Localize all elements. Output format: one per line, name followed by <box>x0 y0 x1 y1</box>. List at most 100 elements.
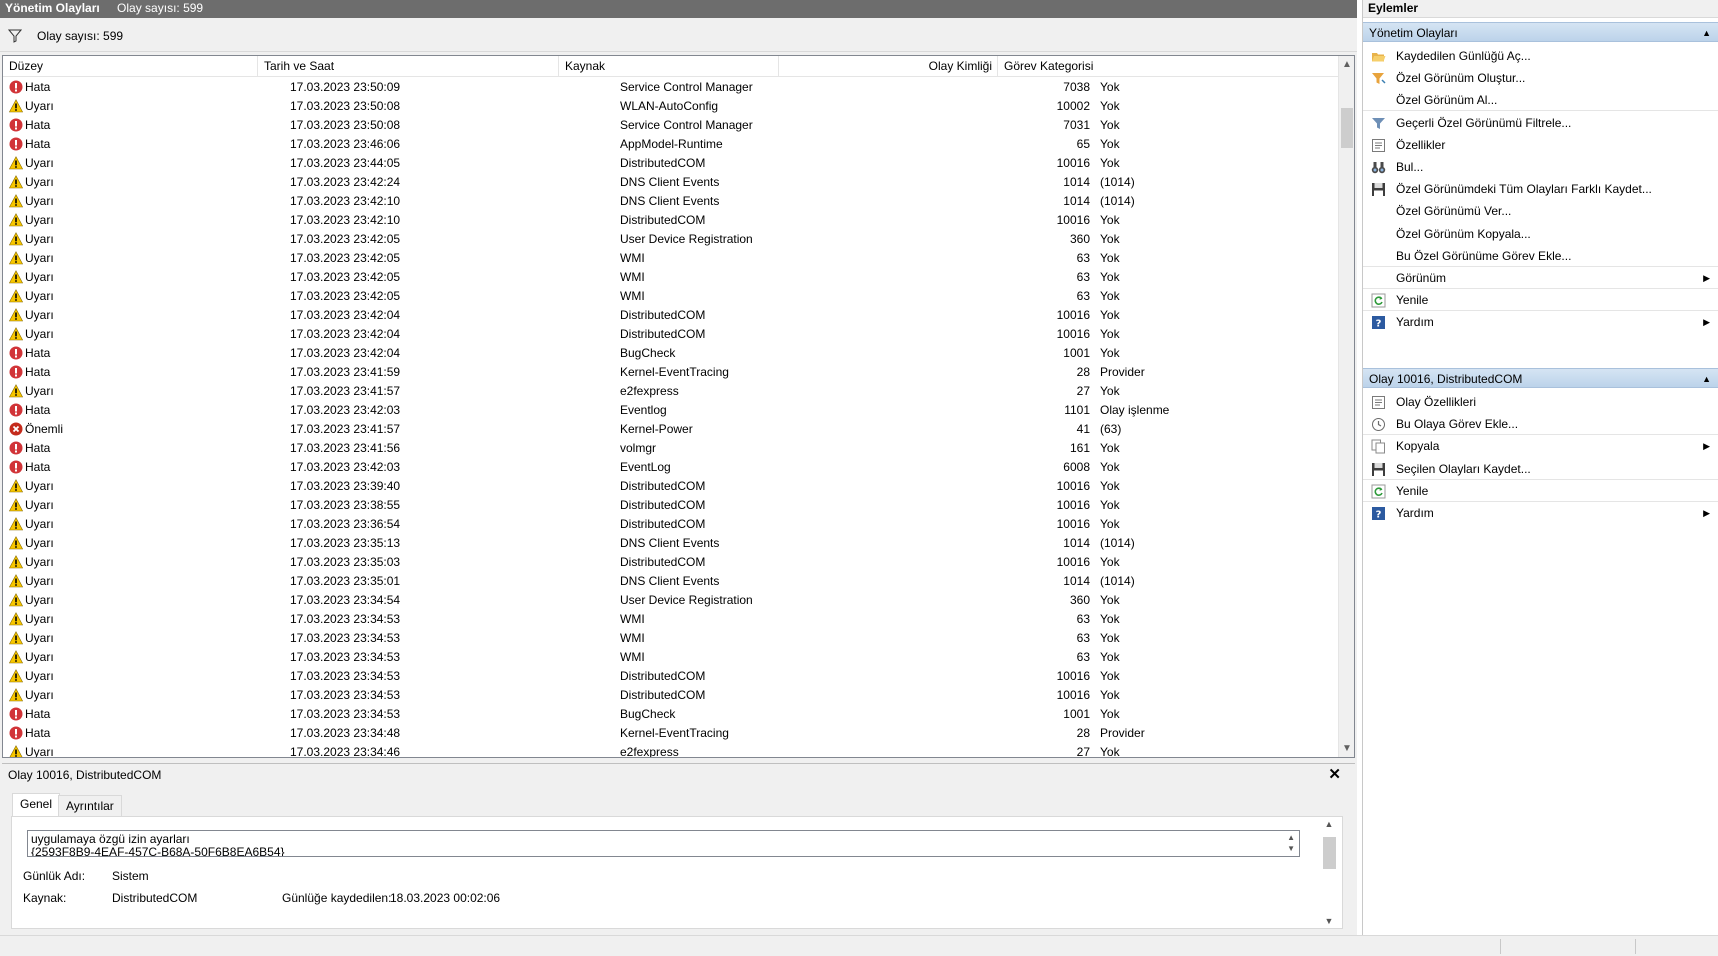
save-icon <box>1371 182 1386 197</box>
table-row[interactable]: Uyarı 17.03.2023 23:35:03 DistributedCOM 10… <box>3 553 1340 572</box>
action-item[interactable]: ? Yardım ▶ <box>1363 502 1718 524</box>
action-item[interactable]: Seçilen Olayları Kaydet... <box>1363 458 1718 480</box>
details-scroll-thumb[interactable] <box>1323 837 1336 869</box>
table-row[interactable]: Uyarı 17.03.2023 23:35:13 DNS Client Event… <box>3 534 1340 553</box>
table-row[interactable]: Hata 17.03.2023 23:34:53 BugCheck 1001 Yok <box>3 705 1340 724</box>
action-item[interactable]: Yenile <box>1363 480 1718 502</box>
action-item[interactable]: Geçerli Özel Görünümü Filtrele... <box>1363 112 1718 134</box>
close-icon[interactable]: ✕ <box>1328 765 1341 783</box>
table-row[interactable]: Uyarı 17.03.2023 23:42:10 DNS Client Event… <box>3 192 1340 211</box>
table-row[interactable]: Uyarı 17.03.2023 23:42:04 DistributedCOM 10… <box>3 325 1340 344</box>
table-row[interactable]: Uyarı 17.03.2023 23:34:46 e2fexpress 27 Yok <box>3 743 1340 758</box>
table-row[interactable]: Hata 17.03.2023 23:41:56 volmgr 161 Yok <box>3 439 1340 458</box>
action-item[interactable]: Bu Olaya Görev Ekle... <box>1363 413 1718 436</box>
action-item[interactable]: Kaydedilen Günlüğü Aç... <box>1363 45 1718 67</box>
cell-event-id: 1001 <box>1063 707 1090 721</box>
table-row[interactable]: Hata 17.03.2023 23:34:48 Kernel-EventTraci… <box>3 724 1340 743</box>
scroll-down-icon[interactable]: ▼ <box>1339 740 1354 757</box>
table-row[interactable]: Hata 17.03.2023 23:50:09 Service Control M… <box>3 78 1340 97</box>
action-item[interactable]: Özel Görünümü Ver... <box>1363 200 1718 222</box>
table-row[interactable]: Hata 17.03.2023 23:42:04 BugCheck 1001 Yok <box>3 344 1340 363</box>
section-selected-event[interactable]: Olay 10016, DistributedCOM ▲ <box>1363 368 1718 388</box>
cell-level: Uyarı <box>9 667 279 686</box>
table-row[interactable]: Uyarı 17.03.2023 23:35:01 DNS Client Event… <box>3 572 1340 591</box>
action-item[interactable]: Özel Görünümdeki Tüm Olayları Farklı Kay… <box>1363 178 1718 200</box>
table-row[interactable]: Uyarı 17.03.2023 23:41:57 e2fexpress 27 Yok <box>3 382 1340 401</box>
level-text: Uyarı <box>25 498 54 512</box>
cell-task-category: Yok <box>1100 517 1120 531</box>
action-item[interactable]: Olay Özellikleri <box>1363 391 1718 413</box>
table-row[interactable]: Uyarı 17.03.2023 23:34:53 WMI 63 Yok <box>3 610 1340 629</box>
table-row[interactable]: Uyarı 17.03.2023 23:36:54 DistributedCOM 10… <box>3 515 1340 534</box>
column-header-level[interactable]: Düzey <box>3 56 258 77</box>
event-rows: Hata 17.03.2023 23:50:09 Service Control M… <box>3 78 1340 758</box>
table-row[interactable]: Uyarı 17.03.2023 23:38:55 DistributedCOM 10… <box>3 496 1340 515</box>
action-item[interactable]: ? Yardım ▶ <box>1363 311 1718 333</box>
action-item[interactable]: Bu Özel Görünüme Görev Ekle... <box>1363 245 1718 267</box>
action-item[interactable]: Görünüm ▶ <box>1363 267 1718 289</box>
table-row[interactable]: Uyarı 17.03.2023 23:42:05 User Device Regi… <box>3 230 1340 249</box>
details-scroll-down-icon[interactable]: ▼ <box>1322 916 1336 926</box>
scroll-thumb[interactable] <box>1341 108 1353 148</box>
column-header-date[interactable]: Tarih ve Saat <box>258 56 559 77</box>
table-row[interactable]: Uyarı 17.03.2023 23:34:53 DistributedCOM 10… <box>3 686 1340 705</box>
table-row[interactable]: Uyarı 17.03.2023 23:42:04 DistributedCOM 10… <box>3 306 1340 325</box>
scroll-up-icon[interactable]: ▲ <box>1339 56 1354 73</box>
grid-scrollbar[interactable]: ▲ ▼ <box>1338 56 1354 757</box>
table-row[interactable]: Uyarı 17.03.2023 23:50:08 WLAN-AutoConfig 1… <box>3 97 1340 116</box>
action-item[interactable]: Yenile <box>1363 289 1718 312</box>
details-scroll-up-icon[interactable]: ▲ <box>1322 819 1336 829</box>
cell-source: WMI <box>620 251 645 265</box>
action-item[interactable]: Özel Görünüm Kopyala... <box>1363 223 1718 245</box>
table-row[interactable]: Uyarı 17.03.2023 23:34:54 User Device Regi… <box>3 591 1340 610</box>
table-row[interactable]: Uyarı 17.03.2023 23:39:40 DistributedCOM 10… <box>3 477 1340 496</box>
table-row[interactable]: Uyarı 17.03.2023 23:44:05 DistributedCOM 10… <box>3 154 1340 173</box>
table-row[interactable]: Hata 17.03.2023 23:46:06 AppModel-Runtime 6… <box>3 135 1340 154</box>
column-header-task-category[interactable]: Görev Kategorisi <box>998 56 1340 77</box>
section-admin-events[interactable]: Yönetim Olayları ▲ <box>1363 22 1718 42</box>
table-row[interactable]: Hata 17.03.2023 23:42:03 Eventlog 1101 Olay … <box>3 401 1340 420</box>
table-row[interactable]: Uyarı 17.03.2023 23:34:53 WMI 63 Yok <box>3 629 1340 648</box>
warning-icon <box>9 517 24 531</box>
warning-icon <box>9 593 24 607</box>
column-header-source[interactable]: Kaynak <box>559 56 779 77</box>
cell-event-id: 63 <box>1076 270 1090 284</box>
cell-source: WMI <box>620 650 645 664</box>
action-item[interactable]: Özel Görünüm Al... <box>1363 89 1718 112</box>
table-row[interactable]: Uyarı 17.03.2023 23:42:24 DNS Client Event… <box>3 173 1340 192</box>
column-header-event-id[interactable]: Olay Kimliği <box>779 56 998 77</box>
cell-event-id: 27 <box>1076 745 1090 758</box>
action-item[interactable]: Özellikler <box>1363 134 1718 156</box>
details-scrollbar[interactable]: ▲ ▼ <box>1322 819 1336 926</box>
table-row[interactable]: Önemli 17.03.2023 23:41:57 Kernel-Power 41 (… <box>3 420 1340 439</box>
description-scroll-icon[interactable]: ▲ ▼ <box>1287 832 1295 854</box>
table-row[interactable]: Uyarı 17.03.2023 23:42:05 WMI 63 Yok <box>3 287 1340 306</box>
level-text: Uyarı <box>25 194 54 208</box>
cell-task-category: Yok <box>1100 137 1120 151</box>
table-row[interactable]: Uyarı 17.03.2023 23:42:10 DistributedCOM 10… <box>3 211 1340 230</box>
collapse-icon[interactable]: ▲ <box>1702 23 1711 43</box>
table-row[interactable]: Uyarı 17.03.2023 23:42:05 WMI 63 Yok <box>3 268 1340 287</box>
table-row[interactable]: Uyarı 17.03.2023 23:34:53 WMI 63 Yok <box>3 648 1340 667</box>
warning-icon <box>9 156 24 170</box>
tab-general[interactable]: Genel <box>12 793 61 817</box>
events-grid[interactable]: Düzey Tarih ve Saat Kaynak Olay Kimliği … <box>2 55 1355 758</box>
level-text: Uyarı <box>25 213 54 227</box>
action-item[interactable]: Özel Görünüm Oluştur... <box>1363 67 1718 89</box>
table-row[interactable]: Hata 17.03.2023 23:41:59 Kernel-EventTraci… <box>3 363 1340 382</box>
table-row[interactable]: Uyarı 17.03.2023 23:34:53 DistributedCOM 10… <box>3 667 1340 686</box>
level-text: Uyarı <box>25 669 54 683</box>
table-row[interactable]: Hata 17.03.2023 23:42:03 EventLog 6008 Yok <box>3 458 1340 477</box>
action-item[interactable]: Kopyala ▶ <box>1363 435 1718 457</box>
action-item[interactable]: Bul... <box>1363 156 1718 178</box>
table-row[interactable]: Uyarı 17.03.2023 23:42:05 WMI 63 Yok <box>3 249 1340 268</box>
error-icon <box>9 365 23 379</box>
table-row[interactable]: Hata 17.03.2023 23:50:08 Service Control M… <box>3 116 1340 135</box>
tab-details[interactable]: Ayrıntılar <box>58 795 122 817</box>
event-description[interactable]: uygulamaya özgü izin ayarları {2593F8B9-… <box>27 830 1300 857</box>
level-text: Hata <box>25 346 51 360</box>
action-label: Kopyala <box>1396 439 1440 454</box>
collapse-icon[interactable]: ▲ <box>1702 369 1711 389</box>
cell-level: Hata <box>9 705 279 724</box>
warning-icon <box>9 574 24 588</box>
